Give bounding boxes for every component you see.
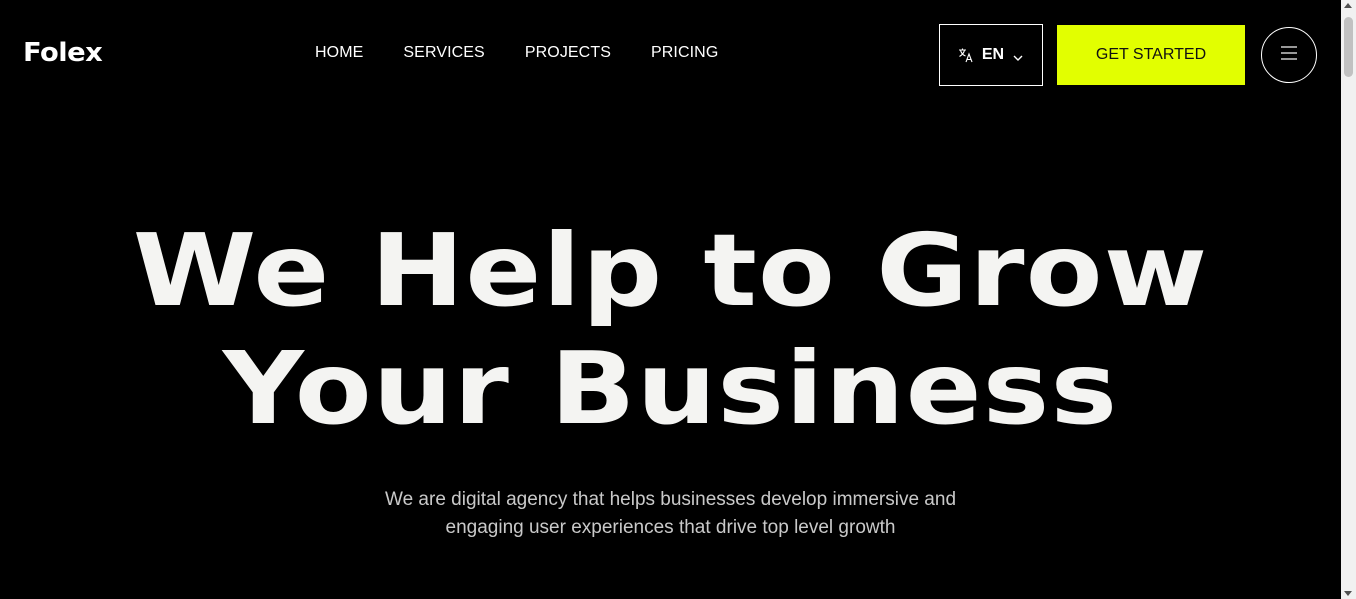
menu-button[interactable]	[1261, 27, 1317, 83]
brand-logo[interactable]: Folex	[23, 38, 103, 68]
vertical-scrollbar[interactable]	[1341, 0, 1356, 599]
scroll-down-arrow-icon[interactable]	[1344, 591, 1352, 596]
get-started-button[interactable]: GET STARTED	[1057, 25, 1245, 85]
chevron-down-icon	[1012, 49, 1024, 61]
hero-title: We Help to Grow Your Business	[0, 212, 1341, 448]
translate-icon	[958, 47, 974, 63]
language-selector[interactable]: EN	[939, 24, 1043, 86]
hamburger-icon	[1280, 45, 1298, 65]
page: Folex HOME SERVICES PROJECTS PRICING EN …	[0, 0, 1341, 599]
language-label: EN	[981, 46, 1005, 63]
scroll-up-arrow-icon[interactable]	[1344, 3, 1352, 8]
nav-item-services[interactable]: SERVICES	[403, 44, 484, 62]
nav-item-home[interactable]: HOME	[315, 44, 363, 62]
hero-title-line-2: Your Business	[222, 330, 1119, 447]
hero-title-line-1: We Help to Grow	[132, 212, 1209, 329]
hero-subtitle-line-1: We are digital agency that helps busines…	[384, 489, 957, 510]
hero-subtitle-line-2: engaging user experiences that drive top…	[445, 517, 896, 538]
scrollbar-thumb[interactable]	[1344, 17, 1353, 77]
hero-subtitle: We are digital agency that helps busines…	[340, 486, 1001, 542]
nav-item-pricing[interactable]: PRICING	[651, 44, 718, 62]
nav-item-projects[interactable]: PROJECTS	[525, 44, 611, 62]
main-nav: HOME SERVICES PROJECTS PRICING	[315, 44, 718, 62]
